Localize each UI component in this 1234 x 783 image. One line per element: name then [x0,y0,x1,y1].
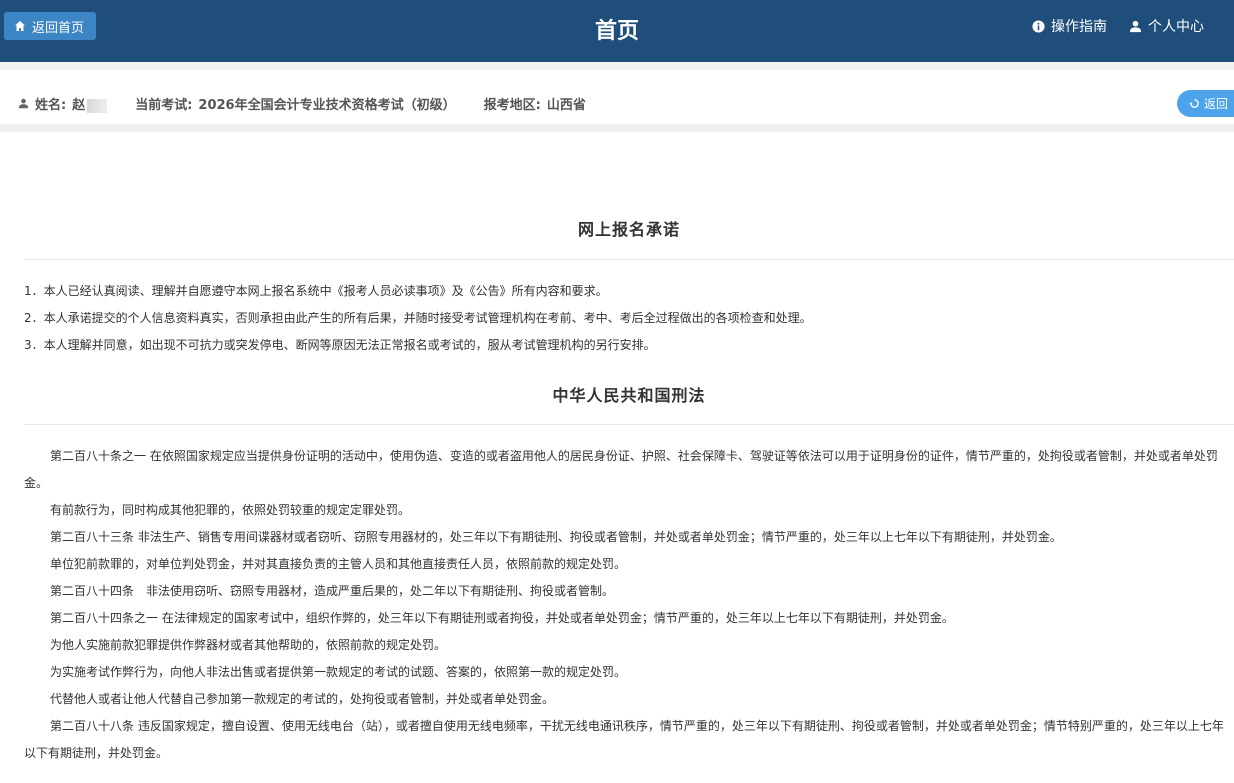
personal-center-link[interactable]: 个人中心 [1129,16,1204,36]
info-icon [1032,19,1045,33]
law-text: 第二百八十条之一 在依照国家规定应当提供身份证明的活动中，使用伪造、变造的或者盗… [24,443,1234,767]
law-paragraph: 第二百八十四条 非法使用窃听、窃照专用器材，造成严重后果的，处二年以下有期徒刑、… [50,584,615,598]
law-paragraph: 第二百八十条之一 在依照国家规定应当提供身份证明的活动中，使用伪造、变造的或者盗… [24,449,1218,490]
law-paragraph: 第二百八十四条之一 在法律规定的国家考试中，组织作弊的，处三年以下有期徒刑或者拘… [50,611,954,625]
operation-guide-label: 操作指南 [1051,19,1107,35]
name-label: 姓名: [35,98,67,113]
home-icon [15,21,25,31]
law-paragraph: 为他人实施前款犯罪提供作弊器材或者其他帮助的，依照前款的规定处罚。 [50,638,447,652]
region-label: 报考地区: [483,98,541,113]
refresh-icon [1189,99,1199,108]
pledge-item: 1．本人已经认真阅读、理解并自愿遵守本网上报名系统中《报考人员必读事项》及《公告… [24,284,608,298]
top-navbar: 返回首页 首页 操作指南 个人中心 [0,0,1234,62]
redacted-name-block [87,98,108,113]
exam-info-bar: 姓名: 赵 当前考试: 2026年全国会计专业技术资格考试（初级） 报考地区: … [0,62,1234,124]
header-nav: 操作指南 个人中心 [1032,16,1204,36]
return-label: 返回 [1204,97,1229,111]
info-bar-divider [0,124,1234,132]
main-content: 网上报名承诺 1．本人已经认真阅读、理解并自愿遵守本网上报名系统中《报考人员必读… [24,132,1234,767]
law-paragraph: 第二百八十八条 违反国家规定，擅自设置、使用无线电台（站），或者擅自使用无线电频… [24,719,1224,760]
name-value: 赵 [72,94,108,113]
user-icon [18,98,29,109]
personal-center-label: 个人中心 [1148,19,1204,35]
law-paragraph: 第二百八十三条 非法生产、销售专用间谍器材或者窃听、窃照专用器材的，处三年以下有… [50,530,1062,544]
return-button[interactable]: 返回 [1177,90,1234,117]
exam-value: 2026年全国会计专业技术资格考试（初级） [198,98,456,113]
pledge-item: 3．本人理解并同意，如出现不可抗力或突发停电、断网等原因无法正常报名或考试的，服… [24,338,656,352]
exam-info-text: 姓名: 赵 当前考试: 2026年全国会计专业技术资格考试（初级） 报考地区: … [18,94,586,113]
pledge-item: 2．本人承诺提交的个人信息资料真实，否则承担由此产生的所有后果，并随时接受考试管… [24,311,812,325]
law-paragraph: 有前款行为，同时构成其他犯罪的，依照处罚较重的规定定罪处罚。 [50,503,411,517]
law-paragraph: 为实施考试作弊行为，向他人非法出售或者提供第一款规定的考试的试题、答案的，依照第… [50,665,627,679]
exam-label: 当前考试: [135,98,193,113]
region-value: 山西省 [546,98,586,113]
back-to-home-label: 返回首页 [32,20,85,36]
back-to-home-button[interactable]: 返回首页 [4,12,97,40]
user-icon [1129,20,1142,32]
pledge-list: 1．本人已经认真阅读、理解并自愿遵守本网上报名系统中《报考人员必读事项》及《公告… [24,278,1234,359]
pledge-title: 网上报名承诺 [577,220,680,239]
law-paragraph: 代替他人或者让他人代替自己参加第一款规定的考试的，处拘役或者管制，并处或者单处罚… [50,692,555,706]
operation-guide-link[interactable]: 操作指南 [1032,16,1107,36]
law-paragraph: 单位犯前款罪的，对单位判处罚金，并对其直接负责的主管人员和其他直接责任人员，依照… [50,557,627,571]
law-title: 中华人民共和国刑法 [552,386,706,405]
